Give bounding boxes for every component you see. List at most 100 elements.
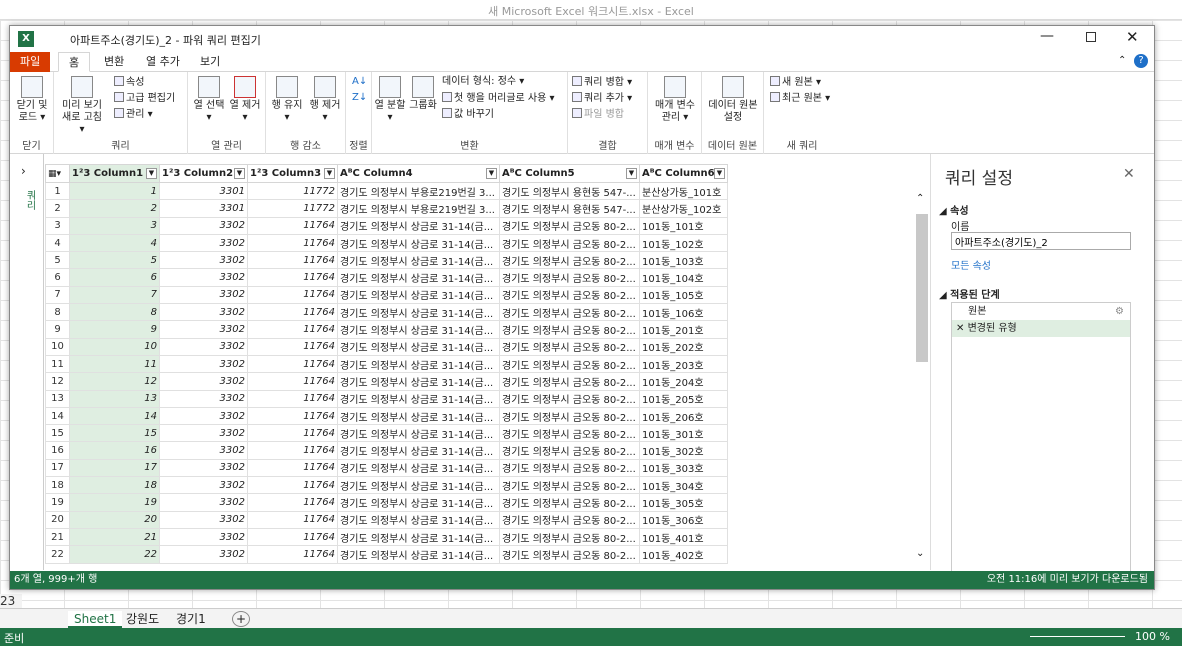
row-number[interactable]: 8 <box>45 303 70 322</box>
sheet-tab-sheet1[interactable]: Sheet1 <box>68 611 123 628</box>
cell-column5[interactable]: 경기도 의정부시 금오동 80-2... <box>499 424 640 443</box>
cell-column4[interactable]: 경기도 의정부시 상금로 31-14(금... <box>337 510 500 529</box>
cell-column3[interactable]: 11764 <box>247 510 338 529</box>
cell-column3[interactable]: 11764 <box>247 493 338 512</box>
type-icon[interactable]: 1²3 <box>250 168 268 179</box>
column-header-column4[interactable]: AᴮC Column4 ▼ <box>337 164 500 183</box>
cell-column5[interactable]: 경기도 의정부시 금오동 80-2... <box>499 251 640 270</box>
column-header-column2[interactable]: 1²3 Column2 ▼ <box>159 164 248 183</box>
cell-column3[interactable]: 11764 <box>247 216 338 235</box>
type-icon[interactable]: AᴮC <box>642 168 662 179</box>
row-number[interactable]: 19 <box>45 493 70 512</box>
cell-column3[interactable]: 11764 <box>247 285 338 305</box>
cell-column6[interactable]: 101동_306호 <box>639 510 728 529</box>
cell-column1[interactable]: 14 <box>69 406 160 426</box>
cell-column6[interactable]: 101동_104호 <box>639 268 728 287</box>
first-row-header-button[interactable]: 첫 행을 머리글로 사용 ▾ <box>442 92 555 105</box>
cell-column3[interactable]: 11764 <box>247 303 338 322</box>
cell-column5[interactable]: 경기도 의정부시 용현동 547-... <box>499 199 640 218</box>
cell-column4[interactable]: 경기도 의정부시 상금로 31-14(금... <box>337 493 500 512</box>
zoom-level[interactable]: 100 % <box>1135 630 1170 643</box>
cell-column6[interactable]: 101동_305호 <box>639 493 728 512</box>
cell-column4[interactable]: 경기도 의정부시 상금로 31-14(금... <box>337 233 500 253</box>
cell-column4[interactable]: 경기도 의정부시 상금로 31-14(금... <box>337 337 500 356</box>
cell-column3[interactable]: 11764 <box>247 337 338 356</box>
row-number[interactable]: 22 <box>45 545 70 564</box>
cell-column1[interactable]: 6 <box>69 268 160 287</box>
cell-column6[interactable]: 101동_103호 <box>639 251 728 270</box>
cell-column3[interactable]: 11764 <box>247 476 338 495</box>
cell-column5[interactable]: 경기도 의정부시 금오동 80-2... <box>499 389 640 408</box>
cell-column5[interactable]: 경기도 의정부시 금오동 80-2... <box>499 285 640 305</box>
cell-column4[interactable]: 경기도 의정부시 상금로 31-14(금... <box>337 545 500 564</box>
cell-column1[interactable]: 19 <box>69 493 160 512</box>
cell-column5[interactable]: 경기도 의정부시 금오동 80-2... <box>499 337 640 356</box>
tab-home[interactable]: 홈 <box>58 52 91 72</box>
cell-column4[interactable]: 경기도 의정부시 상금로 31-14(금... <box>337 476 500 495</box>
cell-column1[interactable]: 13 <box>69 389 160 408</box>
add-sheet-icon[interactable]: + <box>232 611 250 627</box>
cell-column4[interactable]: 경기도 의정부시 상금로 31-14(금... <box>337 424 500 443</box>
cell-column3[interactable]: 11772 <box>247 181 338 201</box>
delete-step-icon[interactable]: ✕ <box>956 323 964 334</box>
row-number[interactable]: 5 <box>45 251 70 270</box>
maximize-icon[interactable] <box>1086 32 1096 42</box>
cell-column2[interactable]: 3301 <box>159 199 248 218</box>
cell-column5[interactable]: 경기도 의정부시 금오동 80-2... <box>499 372 640 391</box>
scrollbar-thumb[interactable] <box>916 214 928 362</box>
cell-column4[interactable]: 경기도 의정부시 상금로 31-14(금... <box>337 268 500 287</box>
close-settings-icon[interactable]: ✕ <box>1123 166 1135 182</box>
cell-column1[interactable]: 20 <box>69 510 160 529</box>
row-number[interactable]: 21 <box>45 527 70 547</box>
cell-column5[interactable]: 경기도 의정부시 금오동 80-2... <box>499 527 640 547</box>
cell-column1[interactable]: 18 <box>69 476 160 495</box>
cell-column6[interactable]: 101동_102호 <box>639 233 728 253</box>
cell-column5[interactable]: 경기도 의정부시 금오동 80-2... <box>499 476 640 495</box>
cell-column3[interactable]: 11764 <box>247 268 338 287</box>
cell-column5[interactable]: 경기도 의정부시 금오동 80-2... <box>499 441 640 460</box>
cell-column5[interactable]: 경기도 의정부시 금오동 80-2... <box>499 233 640 253</box>
cell-column2[interactable]: 3302 <box>159 251 248 270</box>
cell-column1[interactable]: 3 <box>69 216 160 235</box>
cell-column2[interactable]: 3302 <box>159 233 248 253</box>
cell-column6[interactable]: 101동_301호 <box>639 424 728 443</box>
row-number[interactable]: 4 <box>45 233 70 253</box>
cell-column6[interactable]: 101동_201호 <box>639 320 728 339</box>
close-icon[interactable]: ✕ <box>1126 28 1139 46</box>
cell-column3[interactable]: 11764 <box>247 251 338 270</box>
type-icon[interactable]: 1²3 <box>162 168 180 179</box>
cell-column3[interactable]: 11772 <box>247 199 338 218</box>
properties-section-header[interactable]: ◢ 속성 <box>939 202 969 217</box>
cell-column5[interactable]: 경기도 의정부시 금오동 80-2... <box>499 303 640 322</box>
row-number[interactable]: 15 <box>45 424 70 443</box>
cell-column2[interactable]: 3302 <box>159 424 248 443</box>
cell-column6[interactable]: 101동_302호 <box>639 441 728 460</box>
cell-column5[interactable]: 경기도 의정부시 금오동 80-2... <box>499 545 640 564</box>
row-number[interactable]: 10 <box>45 337 70 356</box>
data-type-dropdown[interactable]: 데이터 형식: 정수 ▾ <box>442 76 524 88</box>
row-number[interactable]: 20 <box>45 510 70 529</box>
cell-column4[interactable]: 경기도 의정부시 부용로219번길 3... <box>337 199 500 218</box>
manage-parameters-button[interactable]: 매개 변수 관리 ▾ <box>650 76 700 124</box>
cell-column1[interactable]: 22 <box>69 545 160 564</box>
filter-dropdown-icon[interactable]: ▼ <box>714 168 725 179</box>
cell-column2[interactable]: 3302 <box>159 406 248 426</box>
cell-column2[interactable]: 3302 <box>159 458 248 478</box>
cell-column4[interactable]: 경기도 의정부시 상금로 31-14(금... <box>337 285 500 305</box>
cell-column2[interactable]: 3302 <box>159 285 248 305</box>
column-header-column5[interactable]: AᴮC Column5 ▼ <box>499 164 640 183</box>
cell-column4[interactable]: 경기도 의정부시 상금로 31-14(금... <box>337 372 500 391</box>
cell-column6[interactable]: 101동_304호 <box>639 476 728 495</box>
refresh-preview-button[interactable]: 미리 보기 새로 고침 ▾ <box>58 76 106 136</box>
cell-column3[interactable]: 11764 <box>247 545 338 564</box>
keep-rows-button[interactable]: 행 유지 ▾ <box>268 76 306 124</box>
cell-column3[interactable]: 11764 <box>247 389 338 408</box>
cell-column3[interactable]: 11764 <box>247 233 338 253</box>
filter-dropdown-icon[interactable]: ▼ <box>486 168 497 179</box>
row-number[interactable]: 17 <box>45 458 70 478</box>
gear-icon[interactable]: ⚙ <box>1115 303 1124 320</box>
sheet-tab-gyeonggi1[interactable]: 경기1 <box>170 611 212 628</box>
collapse-ribbon-icon[interactable]: ⌃ <box>1118 55 1126 66</box>
cell-column5[interactable]: 경기도 의정부시 용현동 547-... <box>499 181 640 201</box>
expand-pane-icon[interactable]: › <box>21 164 26 178</box>
